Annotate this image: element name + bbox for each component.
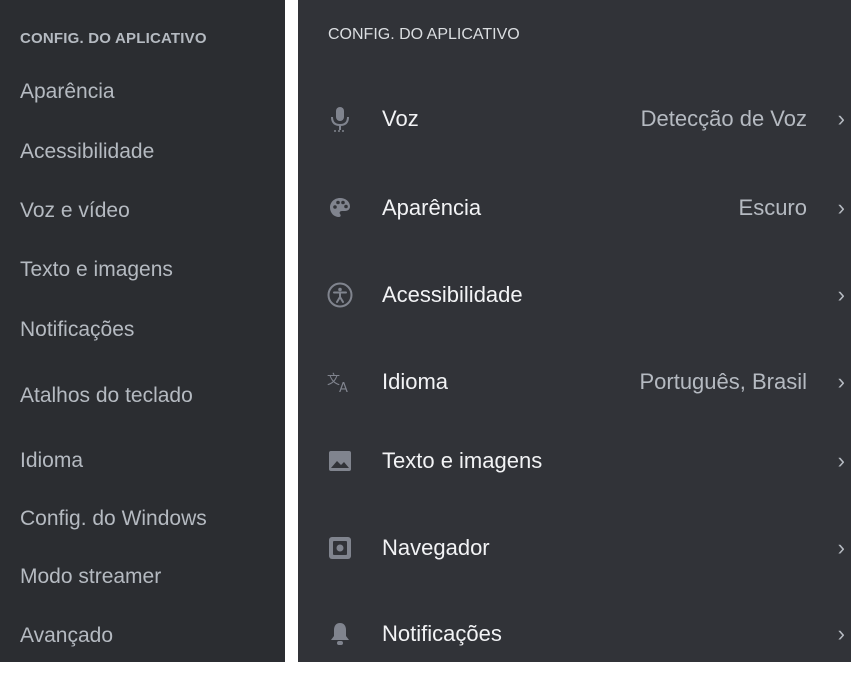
sidebar-item-modo-streamer[interactable]: Modo streamer — [20, 565, 161, 589]
sidebar-item-atalhos-do-teclado[interactable]: Atalhos do teclado — [20, 384, 193, 408]
settings-header: CONFIG. DO APLICATIVO — [328, 26, 520, 43]
chevron-right-icon: › — [837, 447, 845, 473]
settings-row-navegador[interactable]: Navegador › — [298, 504, 851, 591]
svg-text:A: A — [339, 381, 348, 394]
settings-row-aparencia[interactable]: Aparência Escuro › — [298, 164, 851, 251]
settings-row-value: Escuro — [738, 194, 807, 220]
chevron-right-icon: › — [837, 194, 845, 220]
settings-row-acessibilidade[interactable]: Acessibilidade › — [298, 251, 851, 338]
settings-row-label: Idioma — [382, 368, 449, 394]
sidebar-item-avancado[interactable]: Avançado — [20, 624, 113, 648]
palette-icon — [327, 195, 353, 221]
settings-row-label: Voz — [382, 105, 419, 131]
chevron-right-icon: › — [837, 620, 845, 646]
sidebar-header: CONFIG. DO APLICATIVO — [20, 30, 207, 47]
settings-panel: CONFIG. DO APLICATIVO Voz Detecção de Vo… — [298, 0, 851, 662]
image-icon — [327, 448, 353, 474]
sidebar-item-acessibilidade[interactable]: Acessibilidade — [20, 140, 154, 164]
sidebar-item-config-do-windows[interactable]: Config. do Windows — [20, 507, 207, 531]
translate-icon: 文 A — [327, 369, 353, 395]
settings-row-label: Texto e imagens — [382, 447, 543, 473]
sidebar-item-voz-e-video[interactable]: Voz e vídeo — [20, 199, 130, 223]
sidebar-item-aparencia[interactable]: Aparência — [20, 80, 115, 104]
chevron-right-icon: › — [837, 105, 845, 131]
settings-row-label: Aparência — [382, 194, 482, 220]
accessibility-icon — [327, 282, 353, 308]
browser-icon — [327, 535, 353, 561]
settings-row-value: Português, Brasil — [639, 368, 807, 394]
sidebar-item-notificacoes[interactable]: Notificações — [20, 318, 134, 342]
settings-row-label: Navegador — [382, 534, 490, 560]
chevron-right-icon: › — [837, 281, 845, 307]
sidebar: CONFIG. DO APLICATIVO Aparência Acessibi… — [0, 0, 285, 662]
microphone-icon — [327, 106, 353, 132]
bell-icon — [327, 621, 353, 647]
chevron-right-icon: › — [837, 534, 845, 560]
chevron-right-icon: › — [837, 368, 845, 394]
sidebar-item-texto-e-imagens[interactable]: Texto e imagens — [20, 258, 173, 282]
sidebar-item-idioma[interactable]: Idioma — [20, 449, 83, 473]
settings-row-label: Acessibilidade — [382, 281, 523, 307]
settings-row-value: Detecção de Voz — [640, 105, 807, 131]
settings-row-notificacoes[interactable]: Notificações › — [298, 590, 851, 677]
settings-row-voz[interactable]: Voz Detecção de Voz › — [298, 75, 851, 162]
settings-row-label: Notificações — [382, 620, 502, 646]
settings-row-idioma[interactable]: 文 A Idioma Português, Brasil › — [298, 338, 851, 425]
settings-row-texto-e-imagens[interactable]: Texto e imagens › — [298, 417, 851, 504]
